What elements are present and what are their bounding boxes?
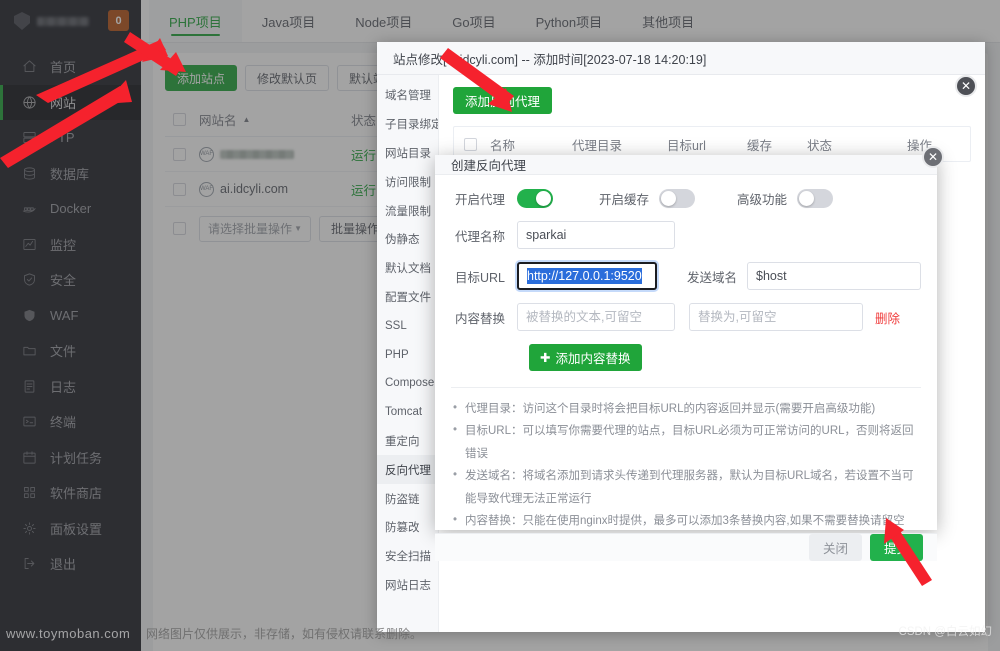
label-enable-cache: 开启缓存 xyxy=(599,193,650,207)
watermark-middle: 网络图片仅供展示，非存储，如有侵权请联系删除。 xyxy=(146,627,423,641)
label-target-url: 目标URL xyxy=(454,270,505,285)
toggle-advanced[interactable] xyxy=(797,189,834,208)
delete-replace-link[interactable]: 删除 xyxy=(875,308,900,327)
col-proxy-name: 名称 xyxy=(490,138,516,153)
toggle-enable-proxy[interactable] xyxy=(517,189,553,208)
menu-item-rewrite[interactable]: 伪静态 xyxy=(377,225,438,254)
close-icon-proxy-dialog[interactable]: ✕ xyxy=(922,146,944,168)
help-item: 内容替换：只能在使用nginx时提供，最多可以添加3条替换内容,如果不需要替换请… xyxy=(451,509,921,532)
help-text-list: 代理目录：访问这个目录时将会把目标URL的内容返回并显示(需要开启高级功能) 目… xyxy=(451,387,921,533)
menu-item-redirect[interactable]: 重定向 xyxy=(377,427,438,456)
menu-item-webroot[interactable]: 网站目录 xyxy=(377,139,438,168)
add-content-replace-button[interactable]: ✚ 添加内容替换 xyxy=(529,344,642,371)
menu-item-antitamper[interactable]: 防篡改 xyxy=(377,513,438,542)
help-item: 目标URL：可以填写你需要代理的站点，目标URL必须为可正常访问的URL，否则将… xyxy=(451,419,921,465)
col-status: 状态 xyxy=(807,138,833,153)
close-icon-site-dialog[interactable]: ✕ xyxy=(955,75,977,97)
screenshot-root: 0 首页 网站 FTP 数据库 Docker 监控 安全 WAF 文件 日志 终… xyxy=(0,0,1000,651)
menu-item-default-doc[interactable]: 默认文档 xyxy=(377,254,438,283)
label-send-domain: 发送域名 xyxy=(686,270,737,285)
menu-item-config[interactable]: 配置文件 xyxy=(377,283,438,312)
content-replace-row: 内容替换 删除 xyxy=(451,303,921,331)
create-proxy-title: 创建反向代理 xyxy=(435,155,937,175)
submit-button[interactable]: 提交 xyxy=(869,533,923,561)
toggle-enable-cache[interactable] xyxy=(659,189,696,208)
menu-item-composer[interactable]: Composer xyxy=(377,369,438,398)
col-target-url: 目标url xyxy=(667,138,706,153)
menu-item-domain[interactable]: 域名管理 xyxy=(377,81,438,110)
menu-item-traffic[interactable]: 流量限制 xyxy=(377,196,438,225)
site-edit-dialog-title: 站点修改[ai.idcyli.com] -- 添加时间[2023-07-18 1… xyxy=(377,42,985,75)
help-item: 发送域名：将域名添加到请求头传递到代理服务器，默认为目标URL域名，若设置不当可… xyxy=(451,464,921,510)
menu-item-ssl[interactable]: SSL xyxy=(377,311,438,340)
menu-item-security-scan[interactable]: 安全扫描 xyxy=(377,542,438,571)
plus-icon: ✚ xyxy=(540,351,551,365)
menu-item-tomcat[interactable]: Tomcat xyxy=(377,398,438,427)
send-domain-input[interactable] xyxy=(747,262,921,290)
menu-item-access[interactable]: 访问限制 xyxy=(377,167,438,196)
menu-item-reverse-proxy[interactable]: 反向代理 xyxy=(377,455,438,485)
menu-item-php[interactable]: PHP xyxy=(377,340,438,369)
create-reverse-proxy-dialog: 创建反向代理 开启代理 开启缓存 高级功能 代理名称 目标URL http://… xyxy=(435,155,937,561)
col-cache: 缓存 xyxy=(747,138,773,153)
proxy-name-row: 代理名称 xyxy=(451,221,921,249)
proxy-name-input[interactable] xyxy=(517,221,675,249)
menu-item-antileech[interactable]: 防盗链 xyxy=(377,484,438,513)
col-proxy-dir: 代理目录 xyxy=(572,138,623,153)
menu-item-subdir[interactable]: 子目录绑定 xyxy=(377,110,438,139)
proxy-select-all-checkbox[interactable] xyxy=(464,137,477,151)
watermark-csdn: CSDN @白云如幻 xyxy=(898,626,992,638)
watermark-left: www.toymoban.com xyxy=(6,626,131,641)
add-reverse-proxy-button[interactable]: 添加反向代理 xyxy=(453,87,553,114)
replace-from-input[interactable] xyxy=(517,303,675,331)
menu-item-site-log[interactable]: 网站日志 xyxy=(377,571,438,600)
toggles-row: 开启代理 开启缓存 高级功能 xyxy=(451,189,921,208)
replace-to-input[interactable] xyxy=(689,303,863,331)
target-url-input[interactable]: http://127.0.0.1:9520 xyxy=(517,262,657,290)
label-proxy-name: 代理名称 xyxy=(454,229,505,244)
label-advanced: 高级功能 xyxy=(737,193,788,207)
target-url-row: 目标URL http://127.0.0.1:9520 发送域名 xyxy=(451,262,921,290)
add-content-replace-label: 添加内容替换 xyxy=(555,352,631,366)
create-proxy-footer: 关闭 提交 xyxy=(435,532,937,561)
site-edit-menu: 域名管理 子目录绑定 网站目录 访问限制 流量限制 伪静态 默认文档 配置文件 … xyxy=(377,75,439,632)
target-url-value: http://127.0.0.1:9520 xyxy=(527,268,642,284)
close-button[interactable]: 关闭 xyxy=(808,533,862,561)
create-proxy-form: 开启代理 开启缓存 高级功能 代理名称 目标URL http://127.0.0… xyxy=(435,175,937,533)
label-content-replace: 内容替换 xyxy=(454,311,505,326)
help-item: 代理目录：访问这个目录时将会把目标URL的内容返回并显示(需要开启高级功能) xyxy=(451,397,921,420)
label-enable-proxy: 开启代理 xyxy=(454,193,505,207)
